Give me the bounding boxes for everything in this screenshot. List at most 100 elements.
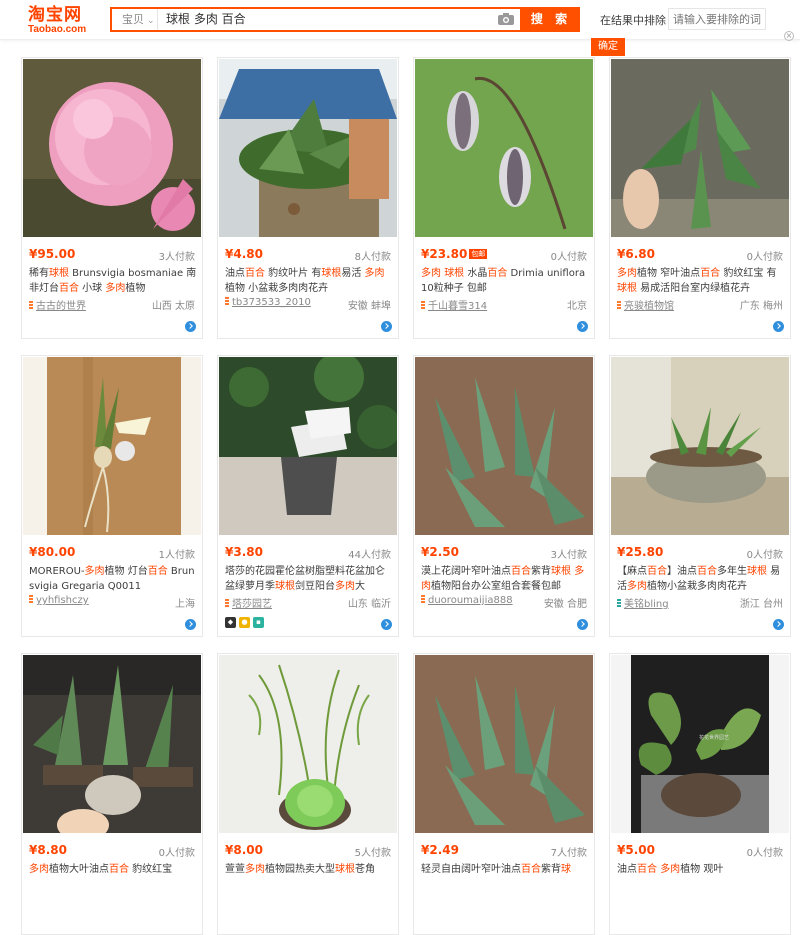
title-text: 萱萱 [225, 864, 245, 875]
product-title[interactable]: 油点百合 豹纹叶片 有球根易活 多肉植物 小盆栽多肉肉花卉 [225, 266, 393, 296]
product-image[interactable] [611, 357, 789, 535]
highlighted-keyword: 多肉 [29, 864, 49, 875]
sales-count: 7人付款 [550, 848, 587, 859]
title-text: 苍角 [355, 864, 375, 875]
product-image[interactable] [415, 357, 593, 535]
product-image[interactable] [415, 655, 593, 833]
highlighted-keyword: 百合 [147, 566, 168, 577]
product-title[interactable]: 萱萱多肉植物园热卖大型球根苍角 [225, 862, 393, 892]
product-grid: ¥95.00 3人付款 稀有球根 Brunsvigia bosmaniae 南非… [0, 0, 800, 935]
product-title[interactable]: 塔莎的花园霍伦盆树脂塑料花盆加仑盆绿萝月季球根剑豆阳台多肉大 [225, 564, 393, 594]
product-price: ¥6.80 [617, 247, 655, 261]
product-image[interactable] [23, 655, 201, 833]
title-text: 植物园热卖大型 [265, 864, 335, 875]
highlighted-keyword: 百合 [521, 864, 541, 875]
product-title[interactable]: 【麻点百合】油点百合多年生球根 易活多肉植物小盆栽多肉肉花卉 [617, 564, 785, 594]
product-title[interactable]: 多肉植物大叶油点百合 豹纹红宝 [29, 862, 197, 892]
shop-name[interactable]: 塔莎园艺 [225, 595, 337, 610]
product-image[interactable] [415, 59, 593, 237]
free-shipping-badge: 包邮 [469, 249, 488, 259]
product-card[interactable]: ¥3.80 44人付款 塔莎的花园霍伦盆树脂塑料花盆加仑盆绿萝月季球根剑豆阳台多… [217, 355, 399, 637]
wangwang-chat-icon[interactable] [773, 619, 784, 630]
product-card[interactable]: 花花世界园艺 ¥5.00 0人付款 油点百合 多肉植物 观叶 [609, 653, 791, 935]
product-image[interactable] [219, 357, 397, 535]
wangwang-chat-icon[interactable] [185, 321, 196, 332]
service-tag-icon: ▪ [253, 617, 264, 628]
sales-count: 0人付款 [550, 252, 587, 263]
title-text: 稀有 [29, 268, 49, 279]
product-image[interactable] [611, 59, 789, 237]
search-button[interactable]: 搜 索 [522, 7, 580, 32]
product-card[interactable]: ¥8.00 5人付款 萱萱多肉植物园热卖大型球根苍角 [217, 653, 399, 935]
product-image[interactable]: 花花世界园艺 [611, 655, 789, 833]
title-text: 豹纹红宝 [129, 864, 173, 875]
title-text: MOREROU- [29, 566, 85, 577]
product-card[interactable]: ¥23.80 包邮 0人付款 多肉 球根 水晶百合 Drimia uniflora… [413, 57, 595, 339]
product-price: ¥23.80 包邮 [421, 247, 488, 261]
product-title[interactable]: 轻灵自由阔叶窄叶油点百合紫背球 [421, 862, 589, 892]
shop-name[interactable]: yyhfishczy [29, 595, 141, 606]
sales-count: 1人付款 [158, 550, 195, 561]
wangwang-chat-icon[interactable] [185, 619, 196, 630]
product-title[interactable]: 多肉植物 窄叶油点百合 豹纹红宝 有球根 易成活阳台室内绿植花卉 [617, 266, 785, 296]
product-image[interactable] [23, 357, 201, 535]
shop-name[interactable]: 美铭bling [617, 595, 729, 610]
shop-name[interactable]: 亮骏植物馆 [617, 297, 729, 312]
shop-name[interactable]: 千山暮雪314 [421, 297, 533, 312]
sales-count: 44人付款 [348, 550, 391, 561]
title-text: 植物 窄叶油点 [637, 268, 701, 279]
close-icon[interactable]: × [784, 31, 794, 41]
search-header: 淘宝网 Taobao.com 宝贝⌄ 搜 索 在结果中排除 [0, 0, 800, 40]
highlighted-keyword: 多肉 [660, 864, 681, 875]
product-card[interactable]: ¥95.00 3人付款 稀有球根 Brunsvigia bosmaniae 南非… [21, 57, 203, 339]
highlighted-keyword: 百合 [637, 864, 657, 875]
highlighted-keyword: 百合 [109, 864, 129, 875]
taobao-logo[interactable]: 淘宝网 Taobao.com [28, 6, 98, 36]
highlighted-keyword: 多肉 [245, 864, 265, 875]
gold-seller-icon: ● [239, 617, 250, 628]
highlighted-keyword: 球根 [49, 268, 69, 279]
sales-count: 3人付款 [550, 550, 587, 561]
confirm-button[interactable]: 确定 [591, 38, 625, 56]
highlighted-keyword: 球根 [551, 566, 571, 577]
product-title[interactable]: 多肉 球根 水晶百合 Drimia uniflora 10粒种子 包邮 [421, 266, 589, 296]
shop-name[interactable]: tb373533_2010 [225, 297, 337, 308]
sales-count: 0人付款 [746, 252, 783, 263]
product-title[interactable]: 油点百合 多肉植物 观叶 [617, 862, 785, 892]
product-card[interactable]: ¥6.80 0人付款 多肉植物 窄叶油点百合 豹纹红宝 有球根 易成活阳台室内绿… [609, 57, 791, 339]
product-card[interactable]: ¥2.50 3人付款 漠上花阔叶窄叶油点百合紫背球根 多肉植物阳台办公室组合套餐… [413, 355, 595, 637]
title-text: 植物 小盆栽多肉肉花卉 [225, 283, 329, 294]
title-text: 【麻点 [617, 566, 647, 577]
product-card[interactable]: ¥2.49 7人付款 轻灵自由阔叶窄叶油点百合紫背球 [413, 653, 595, 935]
product-price: ¥80.00 [29, 545, 76, 559]
wangwang-chat-icon[interactable] [381, 619, 392, 630]
search-input[interactable] [166, 9, 486, 30]
shop-name[interactable]: duoroumaijia888 [421, 595, 533, 606]
product-image[interactable] [219, 59, 397, 237]
product-card[interactable]: ¥4.80 8人付款 油点百合 豹纹叶片 有球根易活 多肉植物 小盆栽多肉肉花卉… [217, 57, 399, 339]
wangwang-chat-icon[interactable] [577, 321, 588, 332]
product-image[interactable] [219, 655, 397, 833]
location: 山东 临沂 [347, 599, 391, 610]
wangwang-chat-icon[interactable] [381, 321, 392, 332]
highlighted-keyword: 球根 [321, 268, 342, 279]
wangwang-chat-icon[interactable] [577, 619, 588, 630]
highlighted-keyword: 球根 [275, 581, 295, 592]
product-card[interactable]: ¥80.00 1人付款 MOREROU-多肉植物 灯台百合 Brunsvigia… [21, 355, 203, 637]
exclude-input[interactable] [668, 8, 766, 30]
product-price: ¥3.80 [225, 545, 263, 559]
product-title[interactable]: 稀有球根 Brunsvigia bosmaniae 南非灯台百合 小球 多肉植物 [29, 266, 197, 296]
search-category-select[interactable]: 宝贝 ⌄ [112, 9, 158, 30]
shop-name[interactable]: 古古的世界 [29, 297, 141, 312]
product-image[interactable] [23, 59, 201, 237]
camera-icon[interactable] [498, 13, 514, 25]
product-card[interactable]: ¥8.80 0人付款 多肉植物大叶油点百合 豹纹红宝 [21, 653, 203, 935]
title-text: 植物阳台办公室组合套餐包邮 [431, 581, 561, 592]
product-title[interactable]: 漠上花阔叶窄叶油点百合紫背球根 多肉植物阳台办公室组合套餐包邮 [421, 564, 589, 594]
highlighted-keyword: 多肉 [105, 283, 126, 294]
product-card[interactable]: ¥25.80 0人付款 【麻点百合】油点百合多年生球根 易活多肉植物小盆栽多肉肉… [609, 355, 791, 637]
wangwang-chat-icon[interactable] [773, 321, 784, 332]
title-text: 多年生 [717, 566, 747, 577]
chevron-down-icon: ⌄ [147, 16, 155, 26]
product-title[interactable]: MOREROU-多肉植物 灯台百合 Brunsvigia Gregaria Q0… [29, 564, 197, 594]
